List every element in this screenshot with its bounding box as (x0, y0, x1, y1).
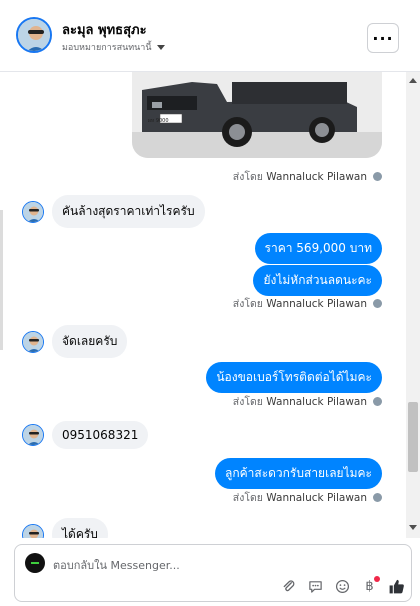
contact-avatar[interactable] (16, 17, 52, 53)
message-bubble-incoming[interactable]: คันล้างสุดราคาเท่าไรครับ (52, 195, 205, 228)
sender-name: Wannaluck Pilawan (266, 171, 367, 183)
sent-by-prefix: ส่งโดย (232, 298, 263, 310)
notification-dot (374, 576, 380, 582)
contact-avatar-small (22, 523, 44, 538)
assign-conversation-dropdown[interactable]: มอบหมายการสนทนานี้ (62, 40, 165, 54)
message-row-incoming: จัดเลยครับ (22, 325, 128, 358)
sender-name: Wannaluck Pilawan (266, 396, 367, 408)
sent-by-label: ส่งโดย Wannaluck Pilawan (233, 295, 382, 312)
emoji-icon[interactable] (334, 578, 351, 595)
sent-by-label: ส่งโดย Wannaluck Pilawan (233, 168, 382, 185)
attach-icon[interactable] (280, 578, 297, 595)
sender-avatar (373, 172, 382, 181)
sent-by-label: ส่งโดย Wannaluck Pilawan (233, 393, 382, 410)
reply-input[interactable]: ตอบกลับใน Messenger... (53, 556, 180, 574)
vehicle-photo-message[interactable]: ผห 9000 (132, 72, 382, 158)
message-row-incoming: 0951068321 (22, 421, 149, 449)
sent-by-prefix: ส่งโดย (232, 492, 263, 504)
sender-name: Wannaluck Pilawan (266, 492, 367, 504)
message-bubble-outgoing[interactable]: ยังไม่หักส่วนลดนะคะ (253, 265, 382, 296)
sender-avatar (373, 299, 382, 308)
sender-avatar (373, 493, 382, 502)
conversation-header: ละมุล พุทธสุภะ มอบหมายการสนทนานี้ ··· (0, 0, 420, 72)
sender-name: Wannaluck Pilawan (266, 298, 367, 310)
sent-by-label: ส่งโดย Wannaluck Pilawan (233, 489, 382, 506)
message-row-incoming: คันล้างสุดราคาเท่าไรครับ (22, 195, 205, 228)
message-bubble-outgoing[interactable]: ลูกค้าสะดวกรับสายเลยไมคะ (214, 458, 382, 489)
message-composer[interactable]: ตอบกลับใน Messenger... ฿ (14, 544, 412, 602)
assign-label: มอบหมายการสนทนานี้ (62, 43, 152, 53)
chevron-down-icon (156, 44, 165, 50)
message-bubble-incoming[interactable]: 0951068321 (52, 421, 149, 449)
contact-avatar-small (22, 424, 44, 446)
composer-toolbar: ฿ (280, 576, 405, 595)
left-panel-edge (0, 210, 3, 350)
contact-avatar-small (22, 330, 44, 353)
message-bubble-incoming[interactable]: ได้ครับ (52, 518, 108, 538)
scroll-up-arrow-icon[interactable] (409, 78, 417, 83)
baht-icon[interactable]: ฿ (361, 576, 380, 595)
message-bubble-incoming[interactable]: จัดเลยครับ (52, 325, 128, 358)
scrollbar-thumb[interactable] (408, 402, 418, 472)
scroll-down-arrow-icon[interactable] (409, 525, 417, 530)
message-bubble-outgoing[interactable]: ราคา 569,000 บาท (254, 233, 382, 264)
saved-reply-icon[interactable] (307, 578, 324, 595)
message-row-incoming: ได้ครับ (22, 518, 108, 538)
sent-by-prefix: ส่งโดย (232, 396, 263, 408)
more-options-button[interactable]: ··· (367, 23, 399, 53)
contact-name[interactable]: ละมุล พุทธสุภะ (62, 19, 147, 40)
message-thread: ผห 9000 ส่งโดย Wannaluck Pilawan คันล้าง… (0, 72, 406, 538)
sent-by-prefix: ส่งโดย (232, 171, 263, 183)
license-plate-text: ผห 9000 (148, 118, 169, 124)
sender-avatar (373, 397, 382, 406)
baht-symbol: ฿ (365, 579, 374, 594)
message-bubble-outgoing[interactable]: น้องขอเบอร์โทรติดต่อได้ไมคะ (206, 362, 382, 393)
thread-scrollbar[interactable] (406, 72, 420, 538)
page-logo-avatar (25, 553, 45, 573)
contact-avatar-small (22, 200, 44, 223)
like-icon[interactable] (388, 578, 405, 595)
